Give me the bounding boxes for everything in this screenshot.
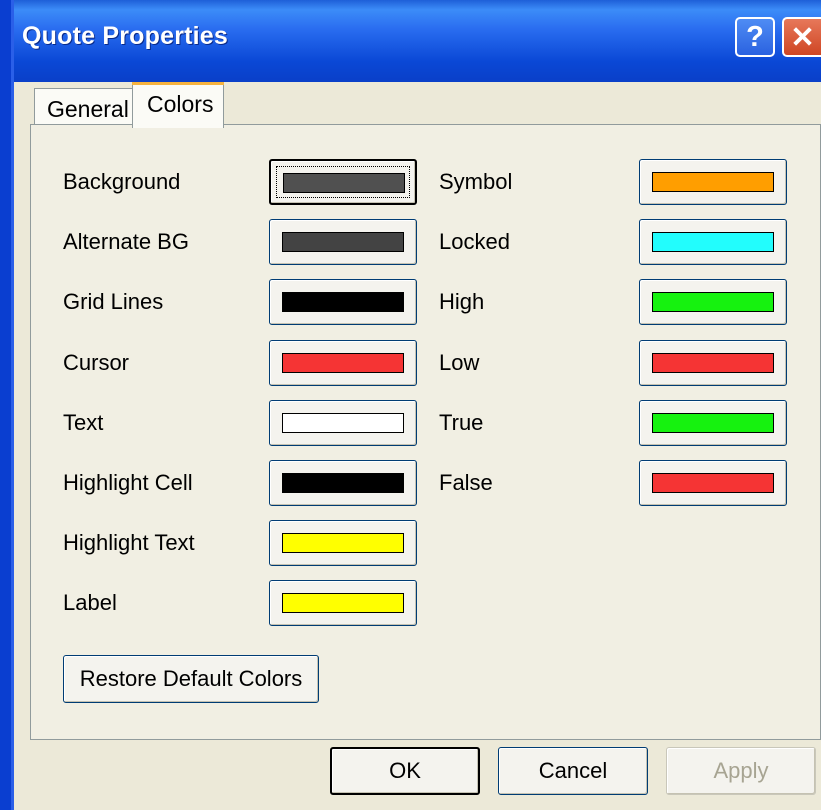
help-button[interactable]: ? [735,17,775,57]
color-label-locked: Locked [439,229,510,255]
color-label-alternate-bg: Alternate BG [63,229,189,255]
cancel-button[interactable]: Cancel [498,747,648,795]
color-swatch-highlight-cell [282,473,404,493]
color-button-highlight-text[interactable] [269,520,417,567]
color-label-label: Label [63,590,117,616]
window-border [0,0,14,810]
color-label-symbol: Symbol [439,169,513,194]
color-label-grid-lines: Grid Lines [63,289,164,315]
restore-default-colors-button[interactable]: Restore Default Colors [63,655,319,703]
color-button-low[interactable] [639,339,787,386]
colors-tab-panel: Background Alternate BG Grid Lines Cursor Te… [30,124,821,740]
color-label-false: False [439,470,493,495]
tab-colors[interactable]: Colors [132,82,224,128]
color-swatch-alternate-bg [282,232,404,253]
dialog-body: General Colors Background Alternate BG Gri… [14,82,821,810]
help-icon: ? [746,20,764,53]
color-label-high: High [439,289,485,315]
color-label-cursor: Cursor [63,349,130,375]
color-button-true[interactable] [639,399,787,446]
color-button-alternate-bg[interactable] [269,219,417,266]
color-button-locked[interactable] [639,219,787,266]
color-label-background: Background [63,169,181,194]
color-button-false[interactable] [639,460,787,506]
color-label-true: True [439,409,484,435]
color-swatch-cursor [282,352,404,373]
color-swatch-highlight-text [282,533,404,554]
window-title: Quote Properties [22,22,229,50]
close-button[interactable]: ✕ [782,17,821,57]
color-button-text[interactable] [269,399,417,446]
quote-properties-dialog: Quote Properties ? ✕ General Colors Back… [0,0,821,810]
apply-button[interactable]: Apply [666,747,816,795]
tab-general[interactable]: General [34,88,134,126]
color-label-low: Low [439,349,480,375]
title-bar[interactable]: Quote Properties ? ✕ [0,0,821,82]
color-swatch-symbol [652,172,774,192]
color-button-background[interactable] [269,159,417,205]
color-button-high[interactable] [639,279,787,326]
color-label-text: Text [63,409,104,435]
color-swatch-low [652,352,774,373]
color-swatch-background [283,173,405,193]
color-swatch-grid-lines [282,292,404,313]
color-label-highlight-cell: Highlight Cell [63,470,193,495]
color-label-highlight-text: Highlight Text [63,530,195,556]
color-button-highlight-cell[interactable] [269,460,417,506]
color-swatch-false [652,473,774,493]
color-swatch-text [282,412,404,433]
color-button-label[interactable] [269,580,417,627]
color-swatch-locked [652,232,774,253]
color-swatch-true [652,412,774,433]
close-icon: ✕ [790,21,815,54]
color-swatch-high [652,292,774,313]
color-button-grid-lines[interactable] [269,279,417,326]
color-swatch-label [282,593,404,614]
color-button-symbol[interactable] [639,159,787,205]
ok-button[interactable]: OK [330,747,480,795]
color-button-cursor[interactable] [269,339,417,386]
